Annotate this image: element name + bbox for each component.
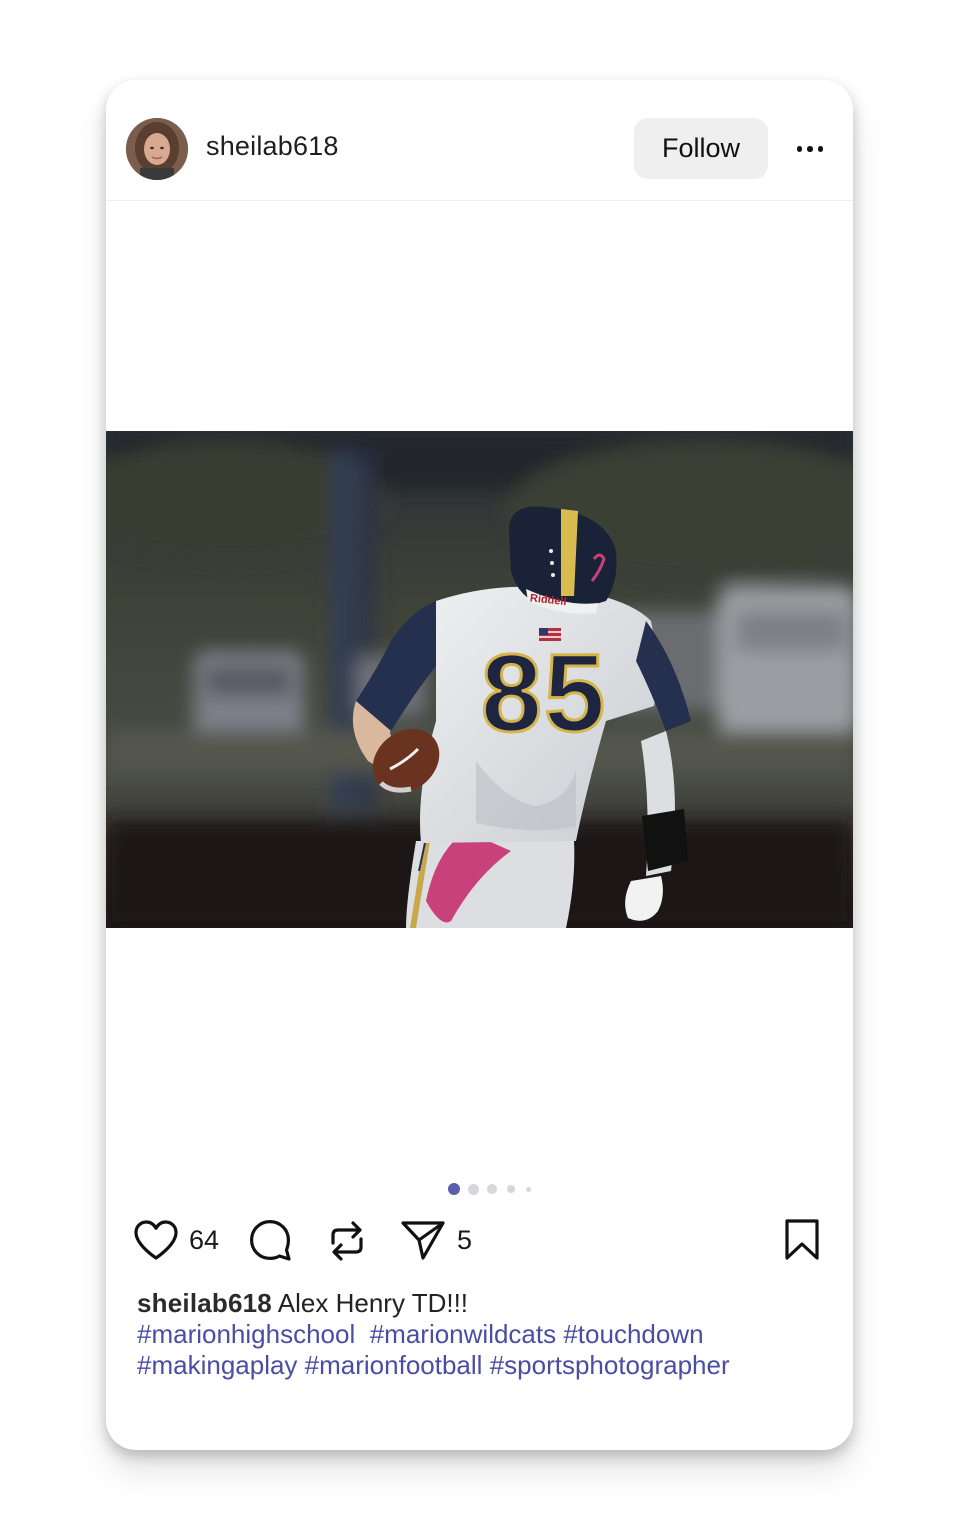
- carousel-indicator: [106, 1182, 853, 1196]
- comment-button[interactable]: [248, 1218, 292, 1262]
- hashtag-sportsphotographer[interactable]: #sportsphotographer: [490, 1350, 730, 1380]
- carousel-dot: [448, 1183, 460, 1195]
- hashtag-marionwildcats[interactable]: #marionwildcats: [370, 1319, 556, 1349]
- repost-button[interactable]: [325, 1218, 369, 1264]
- hashtag-marionfootball[interactable]: #marionfootball: [305, 1350, 483, 1380]
- avatar-image: [126, 118, 188, 180]
- share-icon: [401, 1221, 445, 1260]
- carousel-dot: [487, 1184, 497, 1194]
- share-count: 5: [457, 1224, 473, 1255]
- carousel-dot: [467, 1183, 479, 1195]
- carousel-dot: [525, 1186, 531, 1192]
- more-icon[interactable]: [788, 132, 832, 166]
- follow-button[interactable]: Follow: [634, 118, 768, 179]
- comment-icon: [250, 1220, 291, 1261]
- post-header: sheilab618 Follow: [106, 80, 853, 201]
- jersey-number: 85: [481, 632, 607, 755]
- heart-icon: [134, 1220, 178, 1260]
- caption-username[interactable]: sheilab618: [137, 1288, 272, 1318]
- username[interactable]: sheilab618: [206, 131, 339, 162]
- hashtag-touchdown[interactable]: #touchdown: [563, 1319, 703, 1349]
- football-photo: Riddell 85: [106, 431, 853, 928]
- carousel-dot: [507, 1185, 515, 1193]
- share-button[interactable]: 5: [399, 1218, 472, 1262]
- post-caption: sheilab618 Alex Henry TD!!! #marionhighs…: [137, 1288, 837, 1381]
- bookmark-button[interactable]: [783, 1218, 821, 1262]
- caption-text: Alex Henry TD!!!: [277, 1288, 469, 1318]
- post-image[interactable]: Riddell 85: [106, 431, 853, 928]
- repost-icon: [331, 1221, 363, 1261]
- like-button[interactable]: 64: [133, 1219, 219, 1261]
- action-bar: 64 5: [106, 1210, 853, 1272]
- hashtag-makingaplay[interactable]: #makingaplay: [137, 1350, 297, 1380]
- like-count: 64: [189, 1224, 220, 1255]
- avatar[interactable]: [126, 118, 188, 180]
- bookmark-icon: [785, 1219, 819, 1260]
- hashtag-marionhighschool[interactable]: #marionhighschool: [137, 1319, 355, 1349]
- post-card: sheilab618 Follow Riddell 85 64 5 sheila…: [106, 80, 853, 1450]
